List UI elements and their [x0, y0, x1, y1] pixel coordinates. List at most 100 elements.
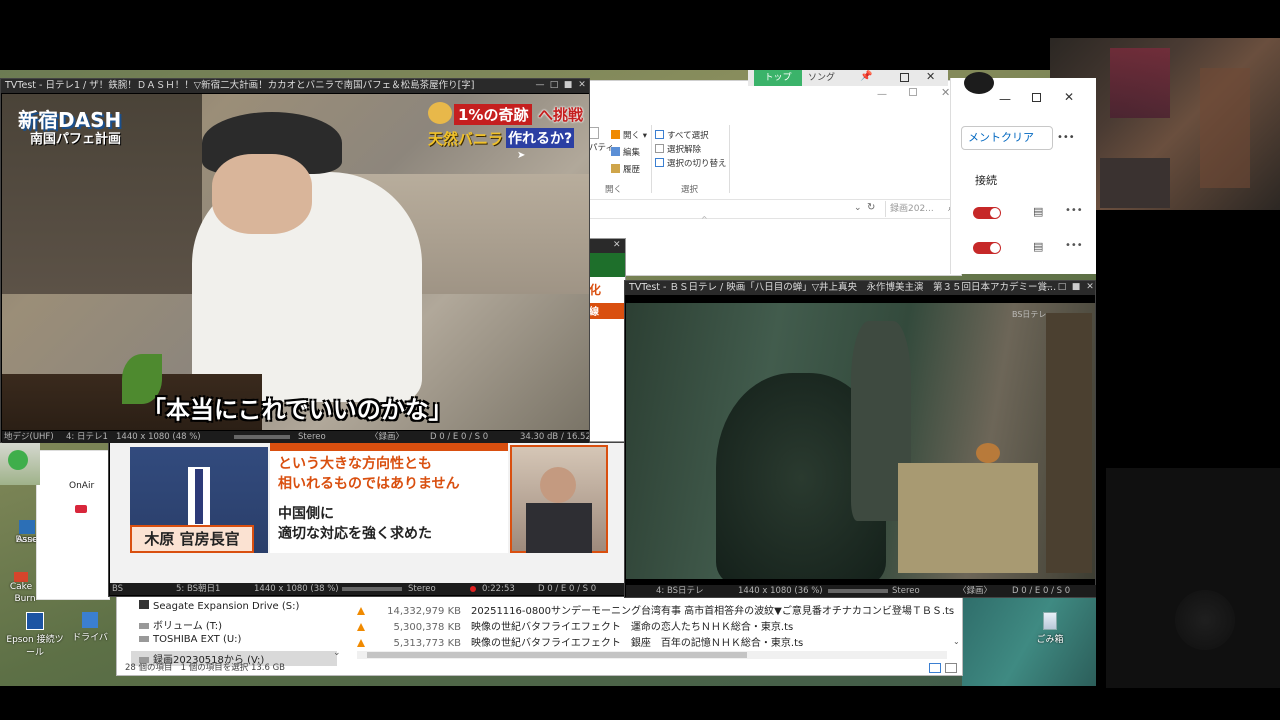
tab-song[interactable]: ソング [808, 70, 835, 86]
desktop-icon-burn[interactable]: Burn [12, 594, 38, 604]
status-rec: 〈録画〉 [370, 432, 405, 442]
more-icon[interactable]: ••• [1065, 205, 1083, 216]
status-tuner: BS [112, 584, 124, 594]
close-icon[interactable]: ✕ [613, 240, 621, 250]
volume-slider[interactable] [342, 587, 402, 591]
maximize-icon[interactable] [900, 73, 909, 82]
comment-clear-button[interactable]: メントクリア [961, 126, 1053, 150]
close-icon[interactable]: ✕ [926, 70, 935, 83]
camera-lower-view [1106, 468, 1280, 688]
desktop-icon-driver[interactable]: ドライバ [70, 612, 110, 643]
status-resolution: 1440 x 1080 (36 %) [738, 586, 823, 596]
youtube-icon[interactable] [75, 505, 87, 513]
fullscreen-icon[interactable]: ■ [563, 80, 573, 90]
ribbon-select-none[interactable]: 選択解除 [655, 143, 701, 155]
onair-label[interactable]: OnAir [69, 481, 94, 491]
ribbon-edit-button[interactable]: 編集 [611, 146, 640, 158]
open-icon [611, 130, 620, 139]
desktop-icon-epson[interactable]: Epson 接続ツール [4, 612, 66, 658]
volume-slider[interactable] [828, 589, 888, 593]
news-side-label-2: 線 [587, 303, 625, 319]
close-icon[interactable]: ✕ [1085, 282, 1095, 292]
avatar[interactable] [964, 72, 994, 94]
desktop-icon-recycle-bin[interactable]: ごみ箱 [1030, 612, 1070, 645]
ribbon-invert-selection[interactable]: 選択の切り替え [655, 157, 727, 169]
comment-icon[interactable]: ▤ [1033, 240, 1043, 253]
minimize-icon[interactable]: — [535, 80, 545, 90]
close-icon[interactable]: ✕ [577, 80, 587, 90]
explorer-titlebar: — ✕ ? [589, 81, 963, 119]
minimize-icon[interactable]: — [877, 89, 887, 100]
camera-blob [1175, 590, 1235, 650]
ribbon-history-button[interactable]: 履歴 [611, 163, 640, 175]
pin-icon[interactable]: 📌 [860, 71, 872, 82]
status-drops: D 0 / E 0 / S 0 [538, 584, 597, 594]
ribbon-edit-label: 編集 [623, 148, 641, 158]
caption-question: 作れるか? [506, 128, 575, 148]
minimize-icon[interactable]: — [999, 92, 1011, 106]
scrollbar-thumb[interactable] [367, 652, 747, 658]
chevron-down-icon[interactable]: ⌄ [333, 648, 341, 658]
window-frame [1046, 313, 1092, 573]
parfait-icon [428, 102, 452, 124]
mouse-cursor-icon: ➤ [517, 150, 526, 161]
more-icon[interactable]: ••• [1065, 240, 1083, 251]
nav-drive-t[interactable]: ボリューム (T:) [139, 617, 222, 632]
desktop-background-right [962, 595, 1096, 686]
collapse-icon[interactable]: ^ [701, 215, 708, 224]
maximize-icon[interactable]: □ [1057, 282, 1067, 292]
connection-toggle-1[interactable] [973, 207, 1001, 219]
explorer-window: — ✕ ? パティ 開く ▾ 編集 履歴 すべて選択 選択解除 選択の切り替え … [588, 80, 963, 276]
tab-top[interactable]: トップ [754, 70, 802, 86]
chevron-down-icon[interactable]: ⌄ [854, 203, 862, 213]
nav-drive-u[interactable]: TOSHIBA EXT (U:) [139, 634, 241, 645]
file-size: 5,313,773 KB [393, 638, 462, 649]
more-icon[interactable]: ••• [1057, 132, 1075, 143]
maximize-icon[interactable] [909, 88, 917, 96]
connection-toggle-2[interactable] [973, 242, 1001, 254]
file-list-window: Seagate Expansion Drive (S:) ボリューム (T:) … [116, 596, 963, 676]
tv-title: TVTest - 日テレ1 / ザ！鉄腕！ＤＡＳＨ！！▽新宿二大計画！カカオとバ… [5, 80, 475, 91]
subtitle: 「本当にこれでいいのかな」 [142, 396, 453, 424]
bs-titlebar: TVTest - ＢＳ日テレ / 映画「八日目の蝉」▽井上真央 永作博美主演 第… [625, 281, 1095, 295]
status-channel: 4: BS日テレ [656, 586, 704, 596]
bs-video: BS日テレ [626, 303, 1095, 579]
chevron-down-icon[interactable]: ⌄ [953, 637, 960, 646]
file-row[interactable]: 5,300,378 KB 映像の世紀バタフライエフェクト 運命の恋人たちＮＨＫ総合… [357, 618, 793, 633]
ribbon-open-button[interactable]: 開く ▾ [611, 129, 647, 141]
caption-vanilla: 天然バニラ [428, 130, 504, 148]
file-row[interactable]: 5,313,773 KB 映像の世紀バタフライエフェクト 銀座 百年の記憶ＮＨＫ総… [357, 634, 803, 649]
table [898, 463, 1038, 573]
tiles-view-icon[interactable] [945, 663, 957, 673]
maximize-icon[interactable] [1032, 93, 1041, 102]
search-input[interactable]: 録画202...⌕ [885, 201, 957, 217]
ribbon-select-all[interactable]: すべて選択 [655, 129, 709, 141]
nav-drive-s[interactable]: Seagate Expansion Drive (S:) [139, 600, 299, 612]
status-channel: 4: 日テレ1 [66, 432, 108, 442]
fullscreen-icon[interactable]: ■ [1071, 282, 1081, 292]
desktop-icon-cake[interactable]: Cake [6, 572, 36, 592]
minimize-icon[interactable]: — [1043, 282, 1053, 292]
comment-icon[interactable]: ▤ [1033, 205, 1043, 218]
close-icon[interactable]: ✕ [941, 86, 950, 99]
news-line-4: 適切な対応を強く求めた [278, 526, 432, 542]
status-audio: Stereo [298, 432, 326, 442]
screen: Band Asse Cake Burn Epson 接続ツール ドライバ ごみ箱… [0, 0, 1280, 720]
face [540, 467, 576, 503]
select-none-icon [655, 144, 664, 153]
file-row[interactable]: 14,332,979 KB 20251116-0800サンデーモーニング台湾有事 … [357, 602, 954, 617]
refresh-icon[interactable]: ↻ [867, 202, 875, 213]
tab-top-label: トップ [764, 73, 792, 83]
rec-indicator-icon [470, 586, 476, 592]
desktop-icon-label: Cake [9, 582, 33, 592]
comment-panel: — ✕ メントクリア ••• 接続 ▤ ••• ▤ ••• [950, 78, 1096, 274]
details-view-icon[interactable] [929, 663, 941, 673]
item-count: 28 個の項目 [125, 663, 173, 673]
maximize-icon[interactable]: □ [549, 80, 559, 90]
caption-1pct: 1%の奇跡 [454, 104, 533, 125]
horizontal-scrollbar[interactable] [357, 651, 947, 659]
selection-info: 1 個の項目を選択 13.6 GB [180, 663, 285, 673]
news-speaker-right [510, 445, 608, 553]
volume-slider[interactable] [234, 435, 290, 439]
close-icon[interactable]: ✕ [1064, 90, 1074, 104]
